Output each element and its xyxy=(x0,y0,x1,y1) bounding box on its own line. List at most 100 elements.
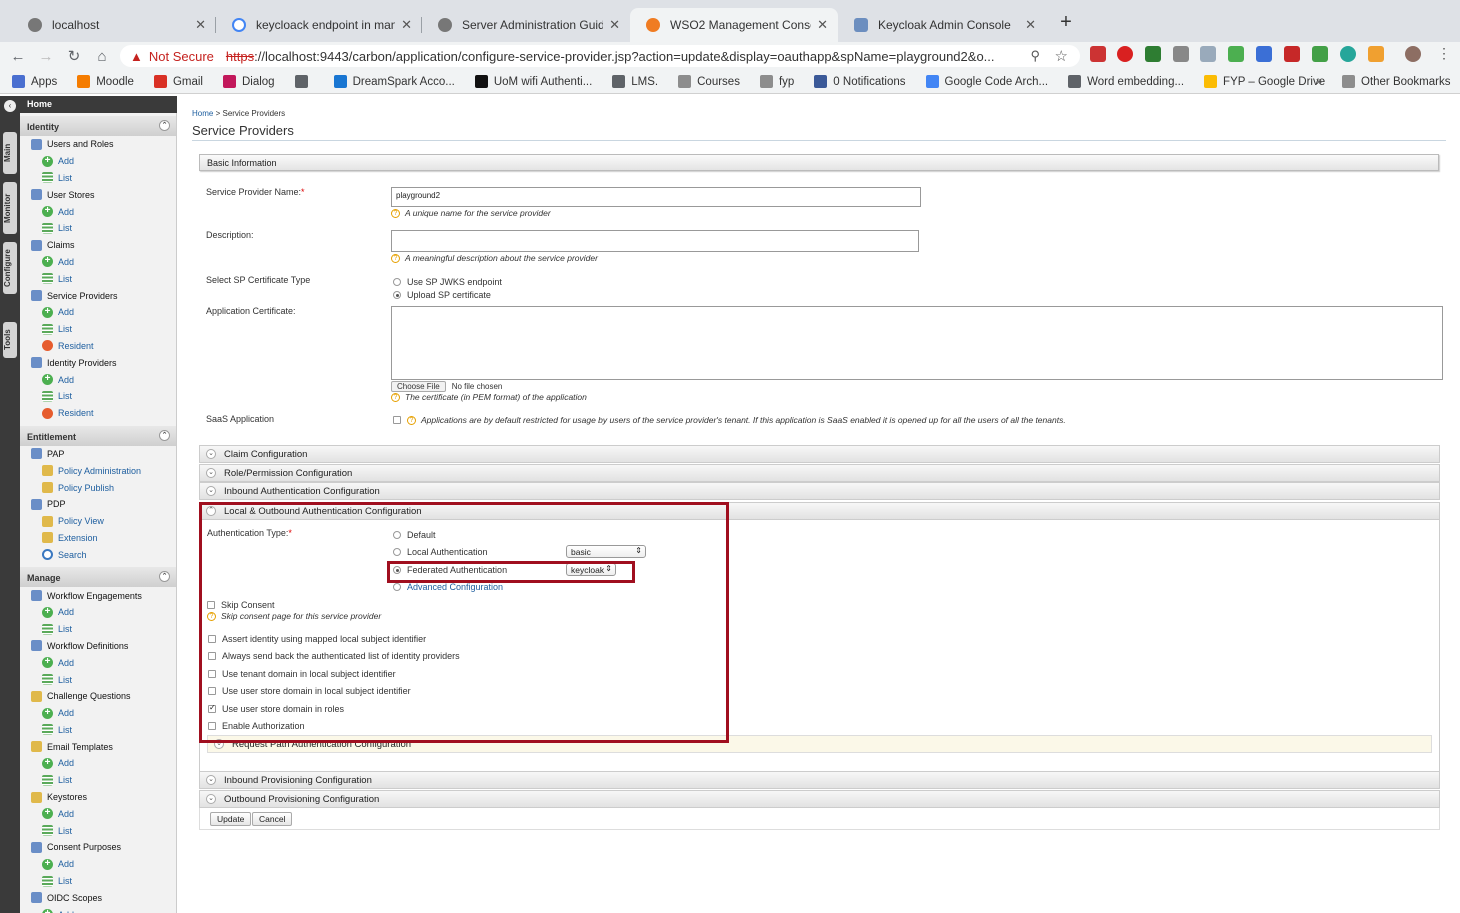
browser-tab[interactable]: keycloack endpoint in manage ✕ xyxy=(216,8,422,42)
forward-icon[interactable]: → xyxy=(32,48,60,65)
extension-icon[interactable] xyxy=(1228,46,1244,62)
search-icon[interactable]: ⚲ xyxy=(1030,48,1040,64)
back-icon[interactable]: ← xyxy=(4,48,32,65)
outbound-provisioning-section[interactable]: ⌄ Outbound Provisioning Configuration xyxy=(199,790,1440,808)
sidebar-item[interactable]: List xyxy=(20,388,176,405)
avatar[interactable] xyxy=(1405,46,1421,62)
browser-tab-active[interactable]: WSO2 Management Console ✕ xyxy=(630,8,838,42)
userstore-domain-subject-checkbox[interactable]: Use user store domain in local subject i… xyxy=(208,686,411,696)
extension-icon[interactable] xyxy=(1256,46,1272,62)
bookmark-item[interactable]: Moodle xyxy=(77,75,134,88)
sidebar-item[interactable]: +Add xyxy=(20,805,176,822)
sidebar-item[interactable]: Consent Purposes xyxy=(20,839,176,856)
sidebar-item[interactable]: Policy Administration xyxy=(20,462,176,479)
sidebar-item[interactable]: OIDC Scopes xyxy=(20,889,176,906)
bookmark-item[interactable]: LMS. xyxy=(612,75,658,88)
sidebar-item[interactable]: +Add xyxy=(20,755,176,772)
claim-config-section[interactable]: ⌄ Claim Configuration xyxy=(199,445,1440,463)
address-bar[interactable]: ▲ Not Secure https ://localhost:9443/car… xyxy=(120,45,1080,67)
sidebar-item[interactable]: PAP xyxy=(20,446,176,463)
sidebar-item[interactable]: Workflow Engagements xyxy=(20,587,176,604)
sidebar-item[interactable]: User Stores xyxy=(20,186,176,203)
sidebar-item[interactable]: List xyxy=(20,220,176,237)
browser-tab[interactable]: Keycloak Admin Console ✕ xyxy=(838,8,1046,42)
sidebar-item[interactable]: +Add xyxy=(20,203,176,220)
collapse-icon[interactable]: ⌃ xyxy=(159,120,170,131)
collapse-icon[interactable]: ‹ xyxy=(4,100,16,112)
sidebar-item[interactable]: Email Templates xyxy=(20,738,176,755)
bookmark-item[interactable]: UoM wifi Authenti... xyxy=(474,75,592,88)
app-cert-textarea[interactable] xyxy=(391,306,1443,380)
sidebar-item[interactable]: Policy Publish xyxy=(20,479,176,496)
sidebar-item[interactable]: Challenge Questions xyxy=(20,688,176,705)
sidebar-item[interactable]: List xyxy=(20,671,176,688)
tab-main[interactable]: Main xyxy=(3,132,17,174)
role-permission-section[interactable]: ⌄ Role/Permission Configuration xyxy=(199,464,1440,482)
close-tab-icon[interactable]: ✕ xyxy=(1025,17,1036,33)
bookmark-item[interactable]: FYP – Google Drive xyxy=(1204,75,1325,88)
breadcrumb-home[interactable]: Home xyxy=(192,109,213,118)
sidebar-item[interactable]: Extension xyxy=(20,530,176,547)
sidebar-item[interactable]: Claims xyxy=(20,237,176,254)
bookmark-item[interactable]: 0 Notifications xyxy=(814,75,906,88)
sidebar-item[interactable]: +Add xyxy=(20,906,176,913)
browser-tab[interactable]: Server Administration Guide ✕ xyxy=(422,8,630,42)
sidebar-item[interactable]: +Add xyxy=(20,304,176,321)
sidebar-item[interactable]: List xyxy=(20,873,176,890)
inbound-auth-section[interactable]: ⌄ Inbound Authentication Configuration xyxy=(199,482,1440,500)
sidebar-item[interactable]: +Add xyxy=(20,604,176,621)
bookmark-item[interactable]: Dialog xyxy=(222,75,275,88)
sidebar-item[interactable]: List xyxy=(20,170,176,187)
new-tab-button[interactable]: + xyxy=(1054,11,1078,35)
bookmark-item[interactable]: Gmail xyxy=(153,75,203,88)
sidebar-item[interactable]: List xyxy=(20,822,176,839)
sidebar-item[interactable]: List xyxy=(20,722,176,739)
local-auth-select[interactable]: basic ⇕ xyxy=(566,545,646,558)
enable-authorization-checkbox[interactable]: Enable Authorization xyxy=(208,721,305,731)
local-outbound-section[interactable]: ⌃ Local & Outbound Authentication Configu… xyxy=(199,502,1440,520)
sidebar-item[interactable]: Resident xyxy=(20,405,176,422)
advanced-config-link[interactable]: Advanced Configuration xyxy=(407,582,503,592)
sidebar-section-header[interactable]: Manage ⌃ xyxy=(20,567,176,588)
send-idp-list-checkbox[interactable]: Always send back the authenticated list … xyxy=(208,651,460,661)
collapse-icon[interactable]: ⌃ xyxy=(159,429,170,441)
close-tab-icon[interactable]: ✕ xyxy=(401,17,412,33)
bookmark-item[interactable]: Word embedding... xyxy=(1068,75,1184,88)
sp-name-input[interactable]: playground2 xyxy=(391,187,921,207)
sidebar-section-header[interactable]: Identity ⌃ xyxy=(20,116,176,136)
sidebar-item[interactable]: Service Providers xyxy=(20,287,176,304)
extension-icon[interactable] xyxy=(1284,46,1300,62)
other-bookmarks[interactable]: Other Bookmarks xyxy=(1342,75,1450,88)
more-bookmarks-button[interactable]: » xyxy=(1316,76,1322,88)
sidebar-item[interactable]: +Add xyxy=(20,705,176,722)
browser-tab[interactable]: localhost ✕ xyxy=(12,8,216,42)
menu-icon[interactable]: ⋮ xyxy=(1436,46,1452,62)
request-path-section[interactable]: ⌄ Request Path Authentication Configurati… xyxy=(207,735,1432,753)
sidebar-item[interactable]: Users and Roles xyxy=(20,136,176,153)
saas-checkbox[interactable] xyxy=(393,416,401,424)
bookmark-item[interactable]: Google Code Arch... xyxy=(925,75,1048,88)
extension-icon[interactable] xyxy=(1117,46,1133,62)
sidebar-item[interactable]: Policy View xyxy=(20,513,176,530)
tab-monitor[interactable]: Monitor xyxy=(3,182,17,234)
extension-icon[interactable] xyxy=(1340,46,1356,62)
bookmark-item[interactable]: fyp xyxy=(759,75,794,88)
userstore-domain-roles-checkbox[interactable]: Use user store domain in roles xyxy=(208,703,344,714)
tenant-domain-checkbox[interactable]: Use tenant domain in local subject ident… xyxy=(208,669,396,679)
assert-identity-checkbox[interactable]: Assert identity using mapped local subje… xyxy=(208,634,426,644)
bookmark-item[interactable]: DreamSpark Acco... xyxy=(333,75,455,88)
sidebar-item[interactable]: +Add xyxy=(20,371,176,388)
sidebar-item[interactable]: Keystores xyxy=(20,789,176,806)
sidebar-item[interactable]: +Add xyxy=(20,153,176,170)
choose-file-button[interactable]: Choose File xyxy=(391,381,446,392)
home-icon[interactable]: ⌂ xyxy=(88,48,116,65)
cert-type-upload-radio[interactable]: Upload SP certificate xyxy=(393,290,491,300)
inbound-provisioning-section[interactable]: ⌄ Inbound Provisioning Configuration xyxy=(199,771,1440,789)
cert-type-jwks-radio[interactable]: Use SP JWKS endpoint xyxy=(393,277,502,287)
extension-icon[interactable] xyxy=(1145,46,1161,62)
sidebar-item[interactable]: PDP xyxy=(20,496,176,513)
sidebar-item[interactable]: Identity Providers xyxy=(20,354,176,371)
auth-default-radio[interactable]: Default xyxy=(393,530,436,540)
sidebar-item[interactable]: +Add xyxy=(20,654,176,671)
reload-icon[interactable]: ↻ xyxy=(60,47,88,65)
